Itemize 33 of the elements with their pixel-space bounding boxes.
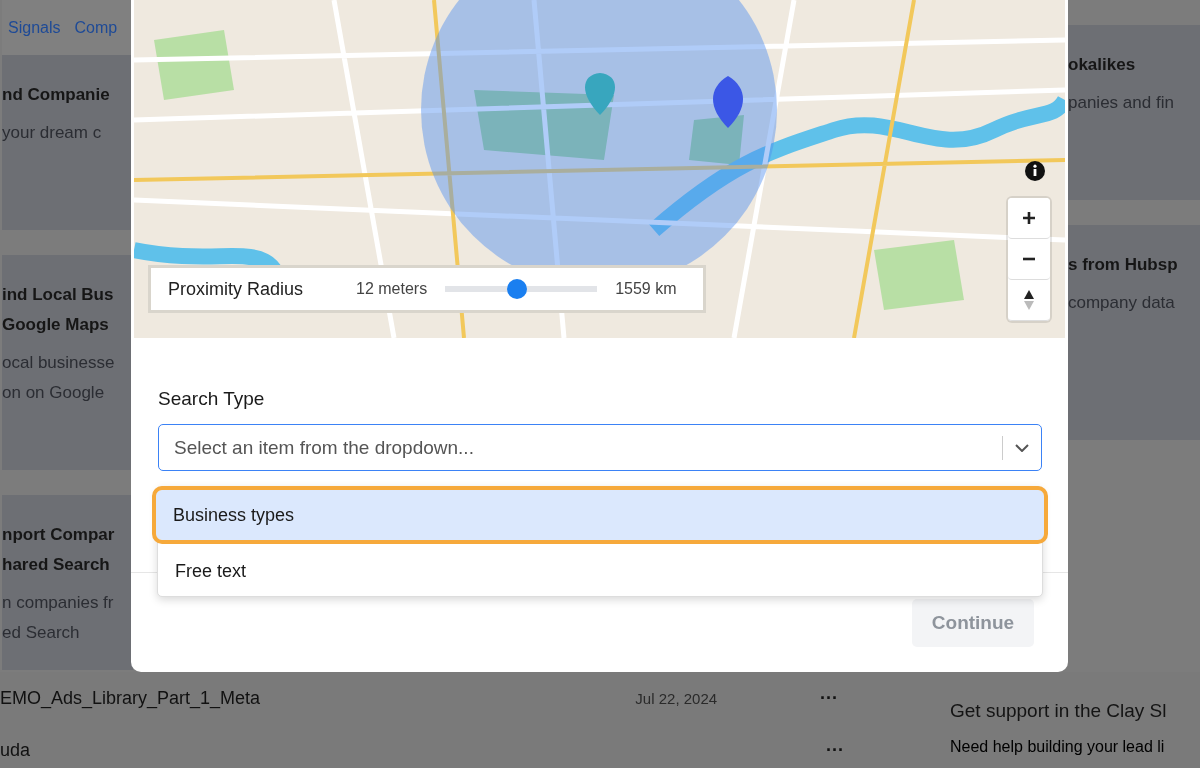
file-name: EMO_Ads_Library_Part_1_Meta <box>0 687 262 709</box>
card-title: nport Compar <box>2 524 115 546</box>
info-icon[interactable] <box>1025 161 1045 181</box>
radius-label: Proximity Radius <box>168 278 305 300</box>
max-value: 1559 km <box>615 280 677 298</box>
dropdown-option[interactable]: Free text <box>158 546 1042 596</box>
slider-thumb[interactable] <box>506 279 527 299</box>
card-description: company data <box>1068 292 1176 314</box>
card-description: panies and fin <box>1068 92 1175 114</box>
chevron-down-icon <box>1015 443 1029 452</box>
support-title: Get support in the Clay Sl <box>950 700 1167 722</box>
support-text: Need help building your lead li <box>950 738 1166 756</box>
card-title: ind Local Bus <box>2 284 114 306</box>
card-title: s from Hubsp <box>1068 254 1179 276</box>
min-value: 12 meters <box>356 280 428 298</box>
plus-icon <box>1021 210 1037 226</box>
file-name: uda <box>0 739 32 761</box>
field-label: Search Type <box>158 388 266 410</box>
card-description: your dream c <box>2 122 102 144</box>
card-description: ed Search <box>2 622 80 644</box>
search-type-select[interactable]: Select an item from the dropdown... <box>158 424 1042 471</box>
card-title: Google Maps <box>2 314 109 336</box>
card-description: n companies fr <box>2 592 114 614</box>
more-menu[interactable]: ··· <box>826 739 844 761</box>
card-description: ocal businesse <box>2 352 115 374</box>
card-description: on on Google <box>2 382 105 404</box>
more-menu[interactable]: ··· <box>820 687 838 709</box>
card-title: okalikes <box>1068 54 1137 76</box>
card-title: nd Companie <box>2 84 110 106</box>
date-text: Jul 22, 2024 <box>635 689 719 707</box>
compass-icon <box>1023 289 1035 311</box>
card-title: hared Search <box>2 554 110 576</box>
zoom-in-button[interactable] <box>1008 198 1050 239</box>
